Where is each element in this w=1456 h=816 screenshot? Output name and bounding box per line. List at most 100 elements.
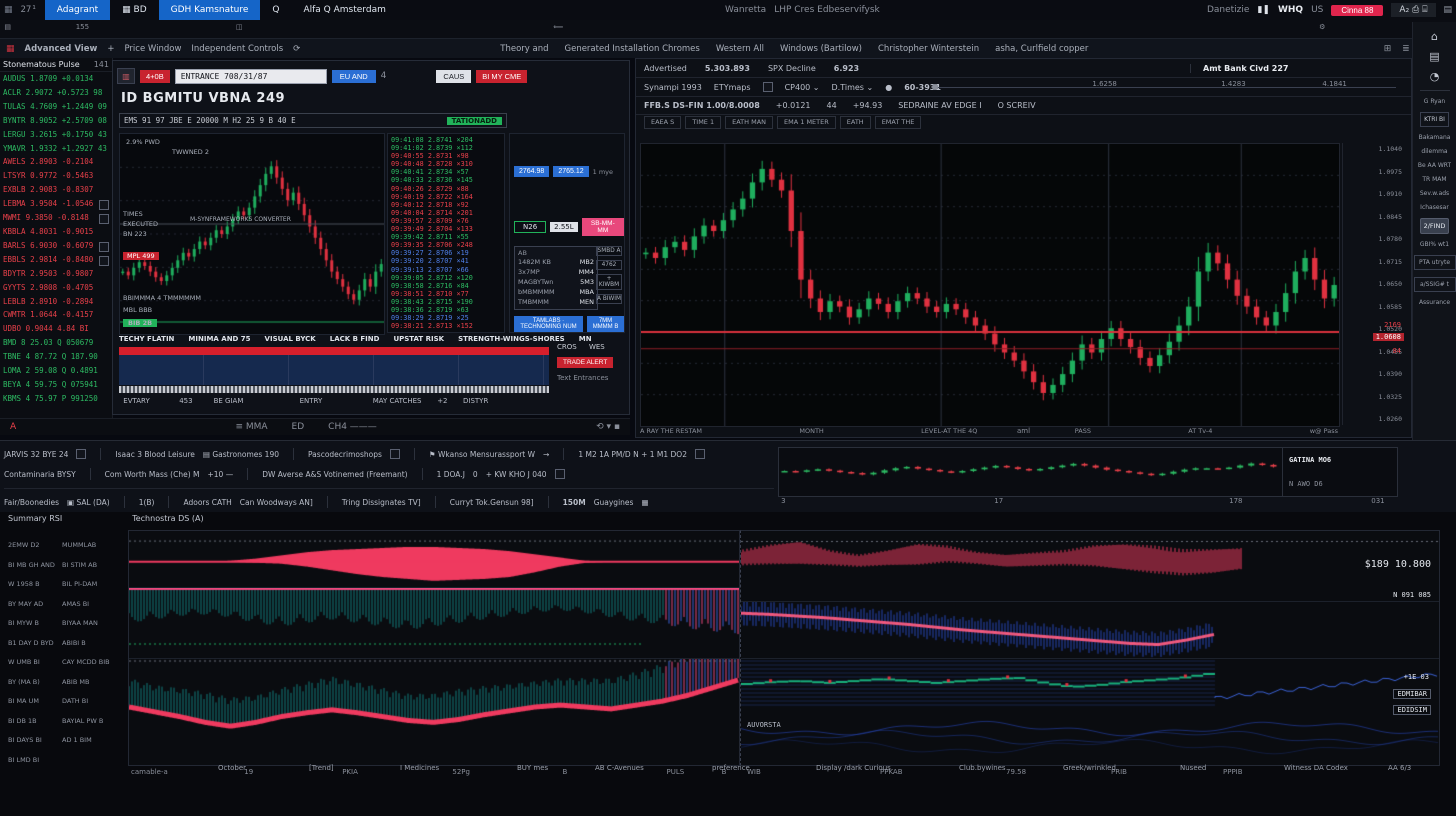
band-segment[interactable]: 1 M2 1A PM/D N + 1 M1 DO2 <box>578 450 687 459</box>
category-label[interactable]: Witness DA Codex <box>1284 764 1348 772</box>
order-mini-item[interactable]: A BIWIM <box>596 294 622 304</box>
band-segment[interactable]: Pascodecrimoshops <box>308 450 382 459</box>
watchlist-row[interactable]: LERGU 3.2615 +0.1750 43 <box>0 128 112 142</box>
sidebar-item[interactable] <box>1420 90 1450 91</box>
watchlist-row[interactable]: LTSYR 0.9772 -0.5463 <box>0 169 112 183</box>
quantity-input[interactable]: N26 <box>514 221 546 233</box>
sidebar-item[interactable]: dilemma <box>1421 148 1447 155</box>
sidebar-item[interactable]: G Ryan <box>1424 98 1445 105</box>
category-label[interactable]: Display /dark Curious <box>816 764 891 772</box>
sidebar-item[interactable]: 2/FIND <box>1420 218 1450 234</box>
symbol-control[interactable] <box>763 82 773 92</box>
indicator-chip[interactable]: EATH MAN <box>725 116 773 129</box>
indicator-header-2[interactable]: Technostra DS (A) <box>132 514 203 523</box>
band-segment[interactable] <box>168 496 169 508</box>
bid-button[interactable]: 2764.98 <box>514 166 549 177</box>
indicator-chip[interactable]: EMA 1 METER <box>777 116 836 129</box>
dom-depth-area[interactable] <box>119 355 549 385</box>
category-label[interactable]: AB C-Avenues <box>595 764 644 772</box>
left-indicator-panel[interactable] <box>128 530 740 766</box>
category-label[interactable]: October <box>218 764 246 772</box>
menu-item[interactable]: Windows (Bartilow) <box>780 44 862 54</box>
category-label[interactable]: I Medicines <box>400 764 439 772</box>
order-form-row[interactable]: MAGBYTwn5M3 <box>518 277 594 287</box>
watchlist-row[interactable]: KBMS 4 75.97 P 991250 <box>0 392 112 406</box>
sell-limit-button[interactable]: SB-MM-MM <box>582 218 624 236</box>
band-segment[interactable] <box>247 468 248 480</box>
dom-column-header[interactable]: TECHY FLATIN <box>119 335 174 343</box>
symbol-control[interactable]: D.Times ⌄ <box>832 83 874 92</box>
os-tab[interactable]: Adagrant <box>45 0 110 20</box>
band-segment[interactable]: Can Woodways AN] <box>240 498 313 507</box>
band-segment[interactable]: → <box>543 450 549 459</box>
category-label[interactable]: BUY mes <box>517 764 548 772</box>
band-segment[interactable] <box>100 448 101 460</box>
main-price-chart[interactable] <box>640 143 1340 427</box>
band-segment[interactable]: +10 — <box>208 470 234 479</box>
band-segment[interactable]: DW Averse A&S Votinemed (Freemant) <box>262 470 407 479</box>
dom-column-header[interactable]: MN <box>579 335 592 343</box>
grid-icon[interactable]: ▥ <box>117 68 135 84</box>
subbar-icon[interactable]: ⟸ <box>553 23 563 31</box>
sidebar-item[interactable]: Sev.w.ads <box>1420 190 1449 197</box>
category-label[interactable]: Greek/wrinkled <box>1063 764 1116 772</box>
os-logo-icon[interactable]: ▦ <box>4 5 13 15</box>
band-segment[interactable] <box>555 469 565 479</box>
sidebar-item[interactable]: Assurance <box>1419 299 1450 306</box>
order-mini-item[interactable]: + KIWBM <box>596 274 622 290</box>
category-label[interactable]: preference <box>712 764 750 772</box>
sidebar-item[interactable]: TR MAM <box>1422 176 1446 183</box>
symbol-control[interactable]: Synampi 1993 <box>644 83 702 92</box>
alert-button[interactable]: Cinna 88 <box>1331 5 1383 16</box>
trade-alert-button[interactable]: TRADE ALERT <box>557 357 613 368</box>
menu-item[interactable]: asha, Curlfield copper <box>995 44 1088 54</box>
menu-item[interactable]: Theory and <box>500 44 548 54</box>
indicator-chip[interactable]: EATH <box>840 116 871 129</box>
band-segment[interactable]: 1 DOA.J <box>437 470 465 479</box>
status-right-icons[interactable]: ⟲ ▾ ▪ <box>596 422 620 432</box>
sidebar-item[interactable]: ▤ <box>1429 50 1439 63</box>
band-segment[interactable]: 1(B) <box>139 498 155 507</box>
subbar-icon[interactable]: ◫ <box>236 23 243 31</box>
time-and-sales-panel[interactable]: 09:41:08 2.8741 ×20409:41:02 2.8739 ×112… <box>387 133 505 333</box>
sidebar-item[interactable]: GBI% wt1 <box>1420 241 1449 248</box>
band-segment[interactable] <box>548 496 549 508</box>
watchlist-row[interactable]: MWMI 9.3850 -0.8148 <box>0 211 112 225</box>
watchlist-row[interactable]: ACLR 2.9072 +0.5723 98 <box>0 86 112 100</box>
sidebar-item[interactable]: ⌂ <box>1431 30 1438 43</box>
band-segment[interactable]: Curryt Tok.Gensun 98] <box>450 498 534 507</box>
band-segment[interactable] <box>76 449 86 459</box>
os-tab[interactable]: Q <box>260 0 291 20</box>
sidebar-item[interactable]: Bakamana <box>1419 134 1451 141</box>
dom-column-header[interactable]: LACK B FIND <box>330 335 380 343</box>
dom-column-header[interactable]: VISUAL BYCK <box>265 335 316 343</box>
menu-independent-controls[interactable]: Independent Controls <box>191 44 283 54</box>
band-segment[interactable]: 0 <box>473 470 478 479</box>
dom-column-header[interactable]: UPSTAT RISK <box>393 335 444 343</box>
sidebar-item[interactable]: ◔ <box>1430 70 1440 83</box>
watchlist-row[interactable]: GYYTS 2.9808 -0.4705 <box>0 281 112 295</box>
band-segment[interactable]: Adoors CATH <box>183 498 231 507</box>
watchlist-row[interactable]: TBNE 4 87.72 Q 187.90 <box>0 350 112 364</box>
band-segment[interactable]: Fair/Boonedies <box>4 498 59 507</box>
band-segment[interactable]: Contaminaria BYSY <box>4 470 76 479</box>
band-segment[interactable] <box>695 449 705 459</box>
indicator-chip[interactable]: TIME 1 <box>685 116 721 129</box>
watchlist-row[interactable]: BARLS 6.9030 -0.6079 <box>0 239 112 253</box>
watchlist-row[interactable]: LEBMA 3.9504 -1.0546 <box>0 197 112 211</box>
dom-column-header[interactable]: STRENGTH-WINGS-SHORES <box>458 335 565 343</box>
os-tab[interactable]: GDH Kamsnature <box>159 0 261 20</box>
menu-advanced-view[interactable]: Advanced View <box>25 44 98 54</box>
band-segment[interactable]: ⚑ Wkanso Mensurassport W <box>429 450 535 459</box>
sparkline-panel[interactable]: GATINA MO6 N AWO D6 <box>778 447 1398 497</box>
corner-icon[interactable]: ▤ <box>1444 5 1453 15</box>
sidebar-item[interactable]: Ichasesar <box>1420 204 1449 211</box>
indicator-chip[interactable]: EAEA S <box>644 116 681 129</box>
watchlist-row[interactable]: LEBLB 2.8910 -0.2894 <box>0 295 112 309</box>
watchlist-row[interactable]: BEYA 4 59.75 Q 075941 <box>0 378 112 392</box>
watchlist-row[interactable]: KBBLA 4.8031 -0.9015 <box>0 225 112 239</box>
band-segment[interactable]: ▤ Gastronomes 190 <box>203 450 279 459</box>
symbol-entry-input[interactable] <box>175 69 327 84</box>
watchlist-row[interactable]: EBBLS 2.9814 -0.8480 <box>0 253 112 267</box>
band-segment[interactable]: 150M <box>563 498 586 507</box>
